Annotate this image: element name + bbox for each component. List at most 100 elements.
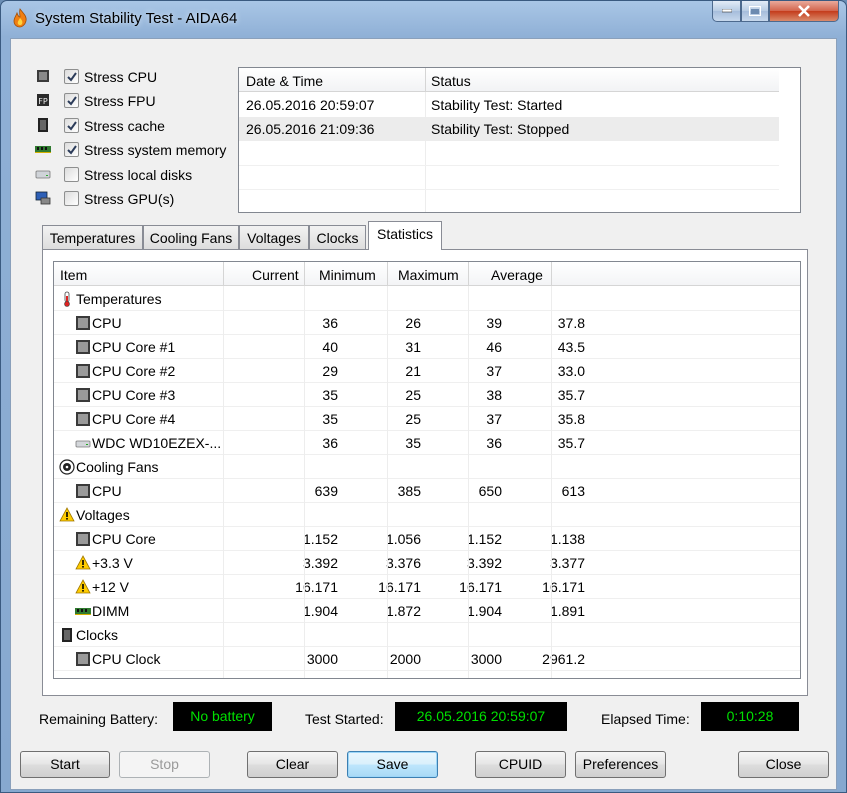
value-max: 36 (486, 435, 502, 451)
checkmark-icon (67, 96, 77, 106)
col-header-maximum[interactable]: Maximum (398, 267, 459, 283)
fpu-icon: FP (37, 94, 49, 106)
close-button[interactable]: Close (738, 751, 829, 778)
tab-voltages[interactable]: Voltages (239, 225, 309, 250)
preferences-button[interactable]: Preferences (575, 751, 666, 778)
test-started-label: Test Started: (305, 711, 384, 727)
maximize-icon (749, 6, 761, 16)
title-bar[interactable]: System Stability Test - AIDA64 (1, 1, 846, 37)
value-max: 39 (486, 315, 502, 331)
value-min: 21 (405, 363, 421, 379)
value-avg: 16.171 (542, 579, 585, 595)
item-name: +12 V (92, 579, 129, 595)
table-row[interactable]: CPU Core #1 40 31 46 43.5 (54, 335, 800, 359)
value-avg: 43.5 (557, 339, 585, 355)
gpu-icon (35, 191, 51, 205)
stress-cpu-checkbox[interactable] (64, 69, 79, 84)
cpuid-button[interactable]: CPUID (475, 751, 566, 778)
col-header-item[interactable]: Item (60, 267, 87, 283)
group-row[interactable]: Temperatures (54, 287, 800, 311)
value-cur: 35 (322, 387, 338, 403)
close-window-button[interactable] (769, 1, 839, 22)
table-row[interactable]: +12 V 16.171 16.171 16.171 16.171 (54, 575, 800, 599)
group-row[interactable]: Voltages (54, 503, 800, 527)
table-row[interactable]: CPU Core #3 35 25 38 35.7 (54, 383, 800, 407)
value-avg: 1.891 (549, 603, 585, 619)
table-row[interactable]: CPU Core #4 35 25 37 35.8 (54, 407, 800, 431)
clear-button[interactable]: Clear (247, 751, 338, 778)
value-avg: 2961.2 (542, 651, 585, 667)
item-name: Voltages (76, 507, 130, 523)
table-row[interactable]: CPU Core #2 29 21 37 33.0 (54, 359, 800, 383)
value-avg: 1.138 (549, 531, 585, 547)
col-header-minimum[interactable]: Minimum (319, 267, 376, 283)
stress-cache-checkbox[interactable] (64, 118, 79, 133)
event-log-list[interactable]: Date & Time Status 26.05.2016 20:59:07 S… (238, 67, 801, 213)
table-row[interactable]: CPU Clock 3000 2000 3000 2961.2 (54, 647, 800, 671)
stress-option-memory[interactable]: Stress system memory (33, 139, 243, 161)
stress-fpu-checkbox[interactable] (64, 93, 79, 108)
stress-option-disks[interactable]: Stress local disks (33, 164, 243, 186)
value-max: 3000 (470, 651, 502, 667)
stress-option-fpu[interactable]: FP Stress FPU (33, 90, 243, 112)
log-status: Stability Test: Stopped (431, 121, 570, 137)
stress-disks-checkbox[interactable] (64, 167, 79, 182)
table-row[interactable]: +3.3 V 3.392 3.376 3.392 3.377 (54, 551, 800, 575)
value-cur: 1.904 (302, 603, 338, 619)
elapsed-time-display: 0:10:28 (701, 702, 799, 731)
table-row[interactable]: CPU 639 385 650 613 (54, 479, 800, 503)
disk-icon (35, 170, 51, 179)
log-row[interactable]: 26.05.2016 21:09:36 Stability Test: Stop… (239, 117, 779, 141)
warning-icon (59, 507, 75, 523)
stress-option-gpu[interactable]: Stress GPU(s) (33, 188, 243, 210)
tab-temperatures[interactable]: Temperatures (42, 225, 143, 250)
group-row[interactable]: Cooling Fans (54, 455, 800, 479)
value-cur: 36 (322, 435, 338, 451)
start-button[interactable]: Start (20, 751, 110, 778)
item-name: DIMM (92, 603, 130, 619)
value-cur: 3.392 (302, 555, 338, 571)
value-max: 650 (478, 483, 502, 499)
minimize-button[interactable] (712, 1, 741, 22)
table-row[interactable]: CPU 36 26 39 37.8 (54, 311, 800, 335)
battery-display: No battery (173, 702, 272, 731)
stress-gpu-checkbox[interactable] (64, 191, 79, 206)
value-max: 16.171 (459, 579, 502, 595)
stress-option-cache[interactable]: Stress cache (33, 115, 243, 137)
group-row[interactable]: Clocks (54, 623, 800, 647)
chip-icon (75, 531, 91, 547)
log-header-datetime[interactable]: Date & Time (246, 73, 323, 89)
log-row[interactable]: 26.05.2016 20:59:07 Stability Test: Star… (239, 93, 779, 117)
value-min: 25 (405, 411, 421, 427)
table-row[interactable]: DIMM 1.904 1.872 1.904 1.891 (54, 599, 800, 623)
value-cur: 29 (322, 363, 338, 379)
value-max: 37 (486, 411, 502, 427)
stop-button[interactable]: Stop (119, 751, 210, 778)
col-header-current[interactable]: Current (252, 267, 299, 283)
tab-statistics[interactable]: Statistics (368, 221, 442, 250)
item-name: CPU Core (92, 531, 156, 547)
log-header: Date & Time Status (239, 68, 779, 92)
window-title: System Stability Test - AIDA64 (35, 10, 238, 27)
memory-icon (35, 146, 51, 153)
button-bar: Start Stop Clear Save CPUID Preferences … (11, 751, 838, 781)
stress-memory-checkbox[interactable] (64, 142, 79, 157)
col-header-average[interactable]: Average (491, 267, 543, 283)
stress-cpu-label: Stress CPU (84, 69, 158, 85)
tab-clocks[interactable]: Clocks (309, 225, 366, 250)
checkmark-icon (67, 145, 77, 155)
save-button[interactable]: Save (347, 751, 438, 778)
statistics-header: Item Current Minimum Maximum Average (54, 262, 800, 286)
cache-icon (38, 118, 48, 132)
maximize-button[interactable] (741, 1, 769, 22)
value-cur: 35 (322, 411, 338, 427)
chip-icon (75, 651, 91, 667)
log-header-status[interactable]: Status (431, 73, 471, 89)
stress-option-cpu[interactable]: Stress CPU (33, 66, 243, 88)
statistics-table[interactable]: Item Current Minimum Maximum Average Tem… (53, 261, 801, 679)
tab-cooling-fans[interactable]: Cooling Fans (143, 225, 239, 250)
table-row[interactable]: CPU Core 1.152 1.056 1.152 1.138 (54, 527, 800, 551)
table-row[interactable]: WDC WD10EZEX-... 36 35 36 35.7 (54, 431, 800, 455)
stress-memory-label: Stress system memory (84, 142, 227, 158)
flame-icon (13, 8, 27, 28)
